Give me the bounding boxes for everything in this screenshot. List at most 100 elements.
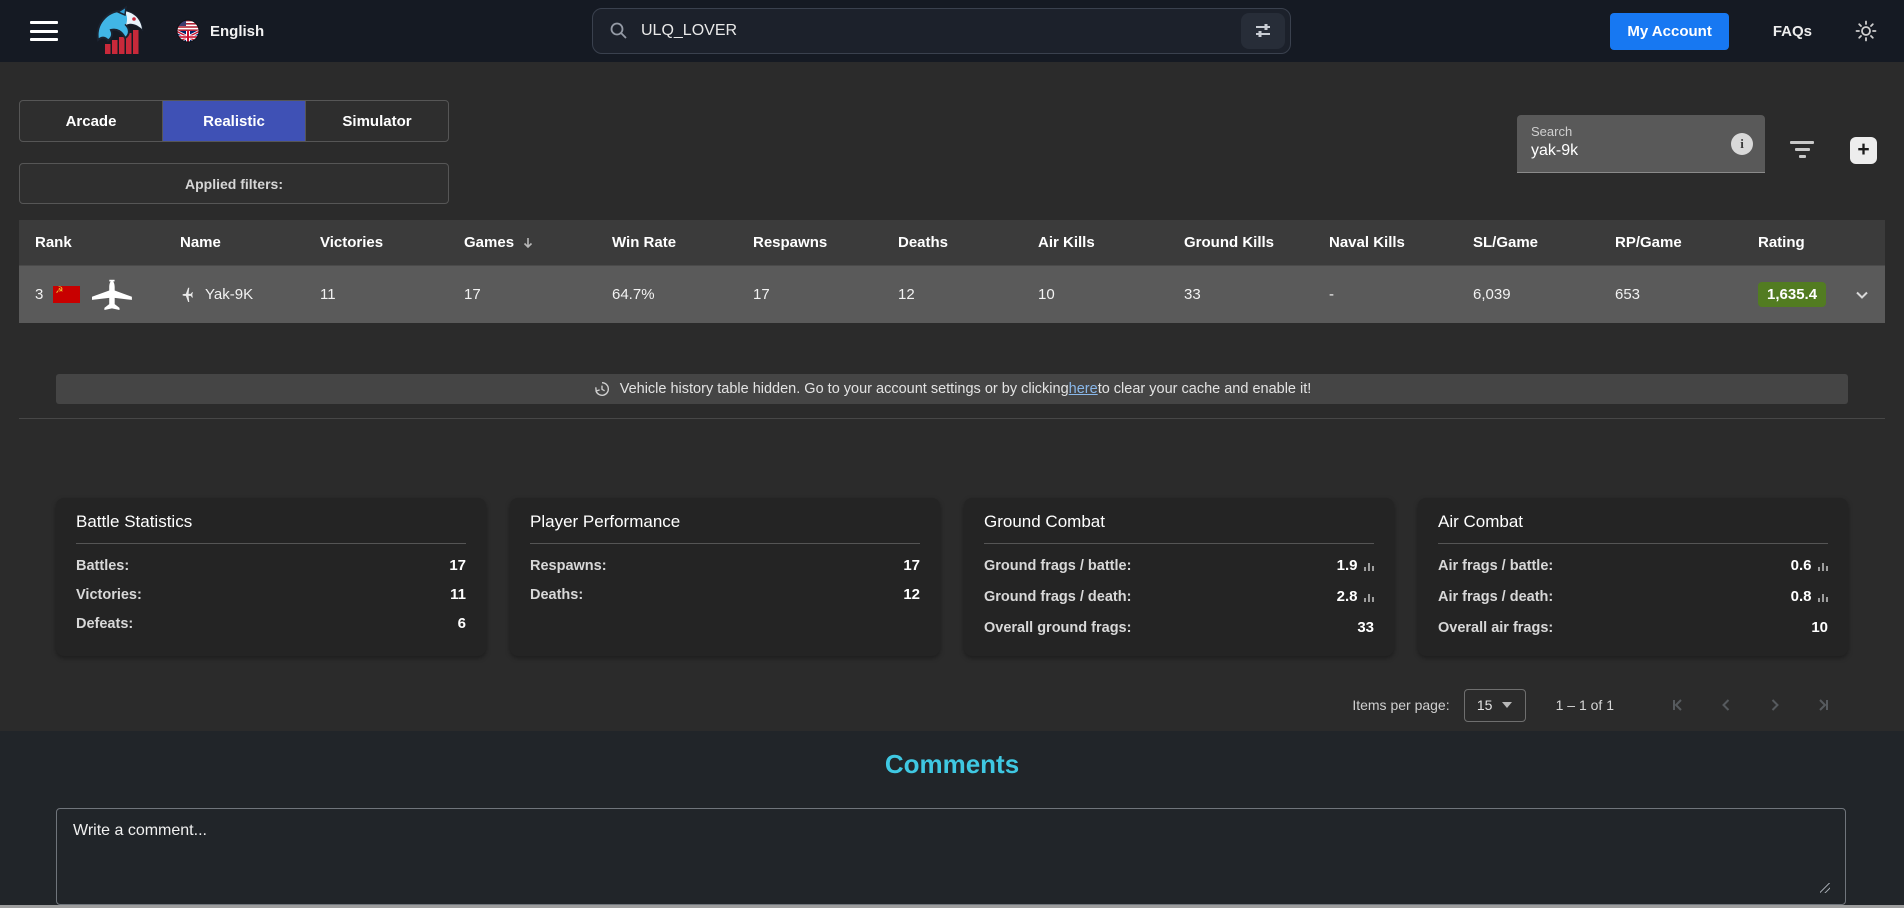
stat-row: Respawns: 17 [530,557,920,574]
notice-here-link[interactable]: here [1069,381,1098,397]
rating-badge: 1,635.4 [1758,282,1826,307]
search-icon [609,21,629,41]
main-content: Arcade Realistic Simulator Applied filte… [0,62,1904,731]
card-title: Player Performance [530,512,920,532]
my-account-button[interactable]: My Account [1610,13,1728,50]
col-rank[interactable]: Rank [35,234,180,251]
stat-cards: Battle Statistics Battles: 17 Victories:… [56,498,1848,656]
col-rp-game[interactable]: RP/Game [1615,234,1758,251]
games-value: 17 [464,286,612,303]
rp-game-value: 653 [1615,286,1758,303]
game-mode-tabs: Arcade Realistic Simulator [19,100,449,142]
prev-page-button[interactable] [1701,690,1750,720]
card-title: Battle Statistics [76,512,466,532]
stat-row: Overall ground frags: 33 [984,619,1374,636]
items-per-page-label: Items per page: [1352,697,1449,713]
filter-button[interactable] [1790,141,1814,158]
info-icon[interactable] [1731,133,1753,155]
table-header-row: Rank Name Victories Games Win Rate Respa… [19,220,1885,266]
respawns-value: 17 [753,286,898,303]
faqs-link[interactable]: FAQs [1773,23,1812,40]
bar-chart-icon[interactable] [1364,591,1375,602]
top-navbar: English My Account FAQs [0,0,1904,62]
history-icon [593,380,611,398]
comments-section: Comments [0,731,1904,908]
add-button[interactable] [1850,137,1877,164]
select-caret-icon [1502,702,1512,708]
pager-buttons [1652,690,1848,720]
first-page-button[interactable] [1652,690,1701,720]
applied-filters-label: Applied filters: [185,176,283,192]
player-performance-card: Player Performance Respawns: 17 Deaths: … [510,498,940,656]
bar-chart-icon[interactable] [1818,560,1829,571]
language-selector[interactable]: English [176,19,264,43]
expand-row-chevron-icon[interactable] [1854,287,1870,303]
col-victories[interactable]: Victories [320,234,464,251]
ussr-flag-icon [53,286,80,303]
applied-filters-box: Applied filters: [19,163,449,204]
menu-icon[interactable] [30,21,58,41]
vehicle-search-label: Search [1531,124,1765,139]
col-respawns[interactable]: Respawns [753,234,898,251]
ground-kills-value: 33 [1184,286,1329,303]
notice-text-before: Vehicle history table hidden. Go to your… [620,381,1069,397]
table-row-yak-9k[interactable]: 3 Yak-9K 11 17 64.7% 17 12 10 33 - 6,03 [19,266,1885,323]
sl-game-value: 6,039 [1473,286,1615,303]
stat-row: Air frags / battle: 0.6 [1438,557,1828,574]
comment-input[interactable] [56,808,1846,905]
next-page-button[interactable] [1750,690,1799,720]
vehicle-search-field[interactable]: Search yak-9k [1517,115,1765,173]
rank-cell: 3 [35,279,180,311]
history-hidden-notice: Vehicle history table hidden. Go to your… [56,374,1848,404]
sort-desc-icon [521,236,535,250]
stat-row: Ground frags / battle: 1.9 [984,557,1374,574]
col-win-rate[interactable]: Win Rate [612,234,753,251]
tune-icon [1253,21,1273,41]
col-ground-kills[interactable]: Ground Kills [1184,234,1329,251]
bar-chart-icon[interactable] [1818,591,1829,602]
vehicle-name[interactable]: Yak-9K [205,286,253,303]
stat-row: Deaths: 12 [530,586,920,603]
stat-row: Defeats: 6 [76,615,466,632]
tab-arcade[interactable]: Arcade [20,101,162,141]
name-cell: Yak-9K [180,286,320,303]
victories-value: 11 [320,286,464,303]
col-naval-kills[interactable]: Naval Kills [1329,234,1473,251]
stat-row: Ground frags / death: 2.8 [984,588,1374,605]
sun-icon [1854,19,1878,43]
last-page-button[interactable] [1799,690,1848,720]
items-per-page-select[interactable]: 15 [1464,689,1526,722]
card-title: Air Combat [1438,512,1828,532]
aircraft-silhouette-icon [92,279,134,311]
vehicle-search-value[interactable]: yak-9k [1531,142,1765,160]
battle-statistics-card: Battle Statistics Battles: 17 Victories:… [56,498,486,656]
ground-combat-card: Ground Combat Ground frags / battle: 1.9… [964,498,1394,656]
shark-logo-icon [90,4,148,58]
theme-toggle-button[interactable] [1854,19,1878,43]
col-air-kills[interactable]: Air Kills [1038,234,1184,251]
language-label: English [210,23,264,40]
player-search-bar [592,8,1291,54]
player-search-input[interactable] [629,9,1241,53]
col-name[interactable]: Name [180,234,320,251]
site-logo[interactable] [90,4,148,58]
vehicle-table: Rank Name Victories Games Win Rate Respa… [19,220,1885,323]
table-pagination: Items per page: 15 1 – 1 of 1 [1352,686,1848,724]
win-rate-value: 64.7% [612,286,753,303]
stat-row: Victories: 11 [76,586,466,603]
search-settings-button[interactable] [1241,13,1285,49]
col-rating[interactable]: Rating [1758,234,1839,251]
col-sl-game[interactable]: SL/Game [1473,234,1615,251]
deaths-value: 12 [898,286,1038,303]
comment-box-wrap [56,808,1846,905]
notice-text-after: to clear your cache and enable it! [1098,381,1312,397]
col-games[interactable]: Games [464,234,612,251]
naval-kills-value: - [1329,286,1473,303]
tab-realistic[interactable]: Realistic [162,101,305,141]
tab-simulator[interactable]: Simulator [305,101,448,141]
col-deaths[interactable]: Deaths [898,234,1038,251]
plane-type-icon [180,287,195,302]
navbar-right-group: My Account FAQs [1610,0,1878,62]
pagination-range: 1 – 1 of 1 [1556,697,1614,713]
bar-chart-icon[interactable] [1364,560,1375,571]
